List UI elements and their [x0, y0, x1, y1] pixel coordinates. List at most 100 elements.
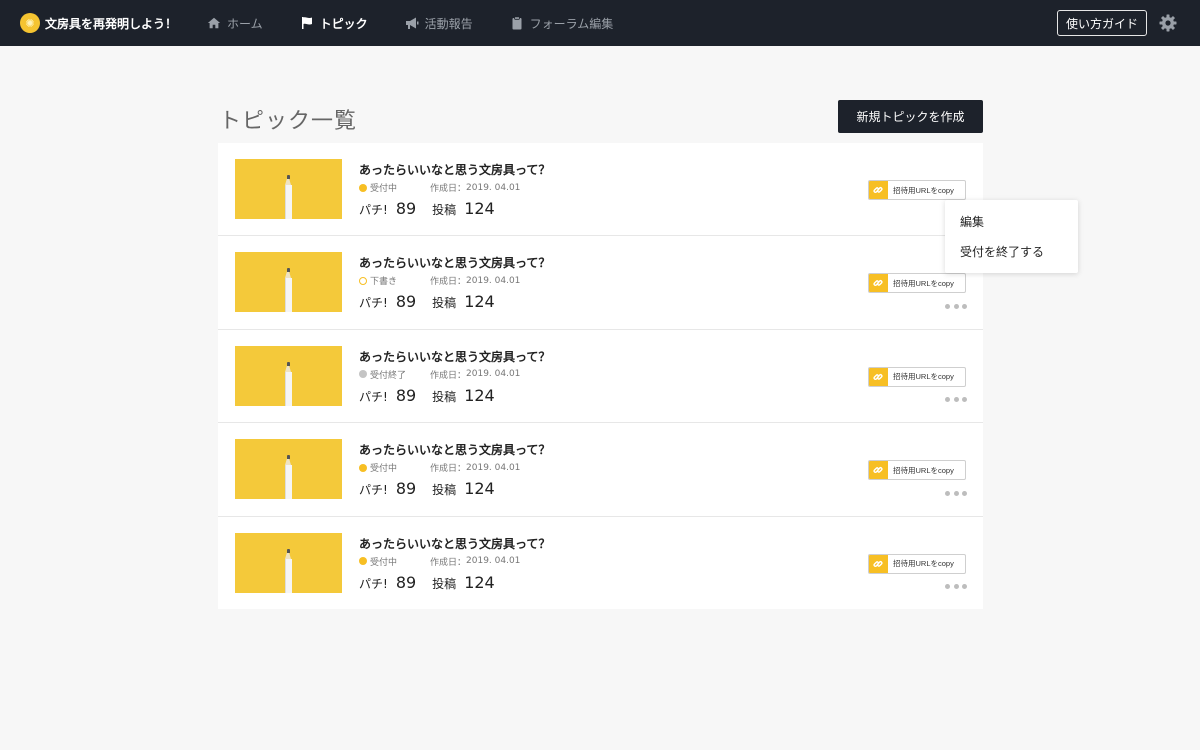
topic-title[interactable]: あったらいいなと思う文房具って？ [359, 535, 550, 552]
usage-guide-button[interactable]: 使い方ガイド [1057, 10, 1147, 36]
nav-item-label: フォーラム編集 [529, 16, 614, 31]
link-icon [869, 181, 888, 199]
copy-invite-url-label: 招待用URLをcopy [893, 278, 954, 288]
posts-count: 124 [464, 572, 495, 592]
topic-thumbnail [235, 345, 342, 406]
posts-label: 投稿 [432, 389, 457, 404]
likes-label: パチ! [359, 389, 388, 404]
copy-invite-url-label: 招待用URLをcopy [893, 185, 954, 195]
posts-label: 投稿 [432, 296, 457, 311]
menu-item-close-reception[interactable]: 受付を終了する [945, 242, 1078, 272]
status-label: 下書き [370, 277, 398, 288]
page-title: トピック一覧 [219, 109, 358, 134]
link-icon [869, 367, 888, 386]
topic-row[interactable]: あったらいいなと思う文房具って？ 受付終了 作成日： 2019. 04.01 パ… [218, 330, 983, 424]
nav-item-label: 活動報告 [424, 16, 473, 31]
created-date: 2019. 04.01 [466, 369, 521, 380]
topic-stats: パチ! 89 投稿 124 [359, 479, 511, 498]
copy-invite-url-button[interactable]: 招待用URLをcopy [868, 553, 966, 574]
topic-thumbnail [235, 159, 342, 219]
status-label: 受付終了 [370, 370, 407, 381]
copy-invite-url-button[interactable]: 招待用URLをcopy [868, 273, 966, 294]
nav-item-topics[interactable]: トピック [299, 15, 368, 32]
link-icon [869, 554, 888, 573]
home-icon [206, 16, 222, 30]
link-icon [869, 461, 888, 480]
topic-meta: 受付終了 作成日： 2019. 04.01 [359, 368, 520, 381]
brand-name: 文房具を再発明しよう！ [45, 16, 178, 31]
copy-invite-url-label: 招待用URLをcopy [893, 559, 954, 569]
topic-title[interactable]: あったらいいなと思う文房具って？ [359, 161, 550, 178]
gear-icon[interactable] [1158, 13, 1178, 33]
topic-stats: パチ! 89 投稿 124 [359, 199, 511, 218]
more-dots-icon[interactable] [945, 584, 967, 590]
new-topic-button[interactable]: 新規トピックを作成 [838, 100, 983, 133]
nav-item-reports[interactable]: 活動報告 [404, 15, 473, 32]
topic-title[interactable]: あったらいいなと思う文房具って？ [359, 441, 550, 458]
topic-stats: パチ! 89 投稿 124 [359, 386, 511, 405]
more-dots-icon[interactable] [945, 303, 967, 309]
likes-label: パチ! [359, 483, 388, 498]
posts-count: 124 [464, 199, 495, 218]
posts-label: 投稿 [432, 203, 457, 217]
topic-stats: パチ! 89 投稿 124 [359, 292, 511, 311]
topic-stats: パチ! 89 投稿 124 [359, 573, 511, 592]
likes-count: 89 [395, 385, 417, 405]
nav-item-home[interactable]: ホーム [206, 15, 263, 32]
topic-title[interactable]: あったらいいなと思う文房具って？ [359, 348, 550, 365]
created-date: 2019. 04.01 [466, 462, 521, 473]
likes-count: 89 [395, 199, 417, 218]
topic-meta: 受付中 作成日： 2019. 04.01 [359, 555, 520, 568]
created-prefix: 作成日： [430, 464, 467, 475]
posts-count: 124 [464, 479, 495, 499]
main-nav: ホーム トピック 活動報告 フォーラム編集 [206, 15, 649, 32]
copy-invite-url-label: 招待用URLをcopy [893, 372, 954, 382]
menu-item-edit[interactable]: 編集 [945, 212, 1078, 242]
posts-label: 投稿 [432, 576, 457, 591]
topic-thumbnail [235, 439, 342, 500]
status-dot-icon [359, 463, 367, 472]
topic-title[interactable]: あったらいいなと思う文房具って？ [359, 254, 550, 271]
more-dots-icon[interactable] [945, 490, 967, 496]
more-dots-icon[interactable] [945, 397, 967, 403]
copy-invite-url-button[interactable]: 招待用URLをcopy [868, 180, 966, 200]
topic-list: あったらいいなと思う文房具って？ 受付中 作成日： 2019. 04.01 パチ… [218, 143, 983, 609]
created-prefix: 作成日： [430, 277, 467, 288]
topic-row[interactable]: あったらいいなと思う文房具って？ 受付中 作成日： 2019. 04.01 パチ… [218, 517, 983, 610]
created-date: 2019. 04.01 [466, 556, 521, 567]
created-date: 2019. 04.01 [466, 275, 521, 286]
topic-thumbnail [235, 532, 342, 593]
copy-invite-url-button[interactable]: 招待用URLをcopy [868, 460, 966, 481]
status-dot-icon [359, 183, 367, 192]
likes-label: パチ! [359, 203, 388, 217]
posts-count: 124 [464, 292, 495, 312]
copy-invite-url-button[interactable]: 招待用URLをcopy [868, 366, 966, 387]
nav-item-forum-edit[interactable]: フォーラム編集 [509, 15, 614, 32]
likes-count: 89 [395, 479, 417, 499]
topic-meta: 受付中 作成日： 2019. 04.01 [359, 181, 520, 194]
link-icon [869, 274, 888, 293]
likes-count: 89 [395, 572, 417, 592]
top-nav-bar: ✺ 文房具を再発明しよう！ ホーム トピック 活動報告 フォーラム編集 使い方ガ… [0, 0, 1200, 46]
topic-row[interactable]: あったらいいなと思う文房具って？ 受付中 作成日： 2019. 04.01 パチ… [218, 143, 983, 237]
topic-row[interactable]: あったらいいなと思う文房具って？ 受付中 作成日： 2019. 04.01 パチ… [218, 423, 983, 517]
created-prefix: 作成日： [430, 557, 467, 568]
topic-actions-menu: 編集 受付を終了する [945, 200, 1078, 273]
posts-count: 124 [464, 385, 495, 405]
copy-invite-url-label: 招待用URLをcopy [893, 465, 954, 475]
created-date: 2019. 04.01 [466, 182, 521, 193]
brand[interactable]: ✺ 文房具を再発明しよう！ [20, 13, 200, 33]
likes-label: パチ! [359, 296, 388, 311]
likes-label: パチ! [359, 576, 388, 591]
topic-meta: 下書き 作成日： 2019. 04.01 [359, 274, 520, 287]
topic-row[interactable]: あったらいいなと思う文房具って？ 下書き 作成日： 2019. 04.01 パチ… [218, 236, 983, 330]
flag-icon [299, 16, 315, 30]
likes-count: 89 [395, 292, 417, 312]
brand-logo-icon: ✺ [20, 13, 40, 33]
status-dot-icon [359, 276, 367, 285]
created-prefix: 作成日： [430, 184, 467, 194]
megaphone-icon [404, 16, 420, 30]
status-label: 受付中 [370, 184, 398, 194]
topic-meta: 受付中 作成日： 2019. 04.01 [359, 461, 520, 474]
status-dot-icon [359, 557, 367, 566]
